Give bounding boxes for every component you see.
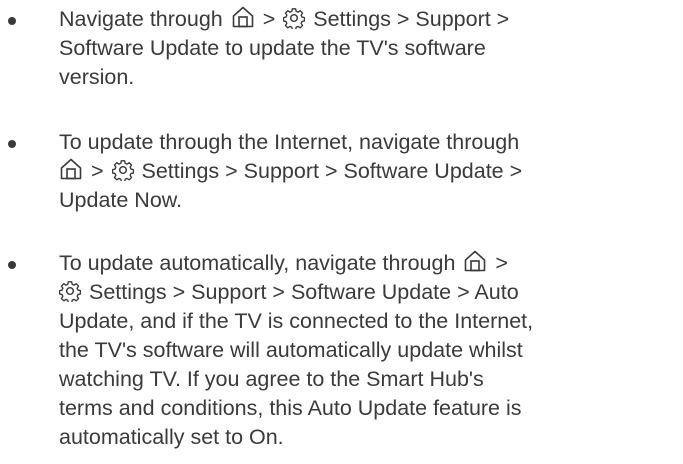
- text-line: Update, and if the TV is connected to th…: [59, 309, 534, 333]
- text-segment: Settings > Support > Software Update > A…: [83, 280, 519, 304]
- text-line: automatically set to On.: [59, 425, 284, 449]
- text-segment: Navigate through: [59, 7, 229, 31]
- text-line: To update automatically, navigate throug…: [59, 249, 679, 278]
- home-icon: [231, 5, 255, 29]
- text-line: watching TV. If you agree to the Smart H…: [59, 367, 484, 391]
- text-segment: Settings > Support > Software Update >: [135, 159, 523, 183]
- home-icon: [463, 249, 487, 273]
- text-line: To update through the Internet, navigate…: [59, 130, 520, 154]
- document-page: Navigate through > Settings > Support > …: [0, 0, 683, 464]
- gear-icon: [111, 159, 134, 181]
- bullet-text: Navigate through > Settings > Support > …: [59, 5, 679, 92]
- text-line: Software Update to update the TV's softw…: [59, 36, 486, 60]
- text-line: Settings > Support > Software Update > A…: [59, 278, 679, 307]
- text-line: > Settings > Support > Software Update >: [59, 157, 679, 186]
- home-icon: [59, 157, 83, 181]
- text-segment: Settings > Support >: [307, 7, 510, 31]
- gear-icon: [59, 280, 81, 302]
- bullet-dot: [8, 17, 16, 25]
- bullet-dot: [8, 261, 16, 269]
- text-segment: >: [85, 159, 110, 183]
- text-segment: >: [489, 251, 508, 275]
- bullet-dot: [8, 140, 16, 148]
- text-line: Update Now.: [59, 188, 183, 212]
- gear-icon: [283, 7, 306, 29]
- text-segment: To update automatically, navigate throug…: [59, 251, 462, 275]
- bullet-text: To update through the Internet, navigate…: [59, 128, 679, 215]
- text-segment: >: [256, 7, 282, 31]
- text-line: Navigate through > Settings > Support >: [59, 5, 679, 34]
- text-line: the TV's software will automatically upd…: [59, 338, 523, 362]
- bullet-text: To update automatically, navigate throug…: [59, 249, 679, 452]
- text-line: version.: [59, 65, 135, 89]
- text-line: terms and conditions, this Auto Update f…: [59, 396, 522, 420]
